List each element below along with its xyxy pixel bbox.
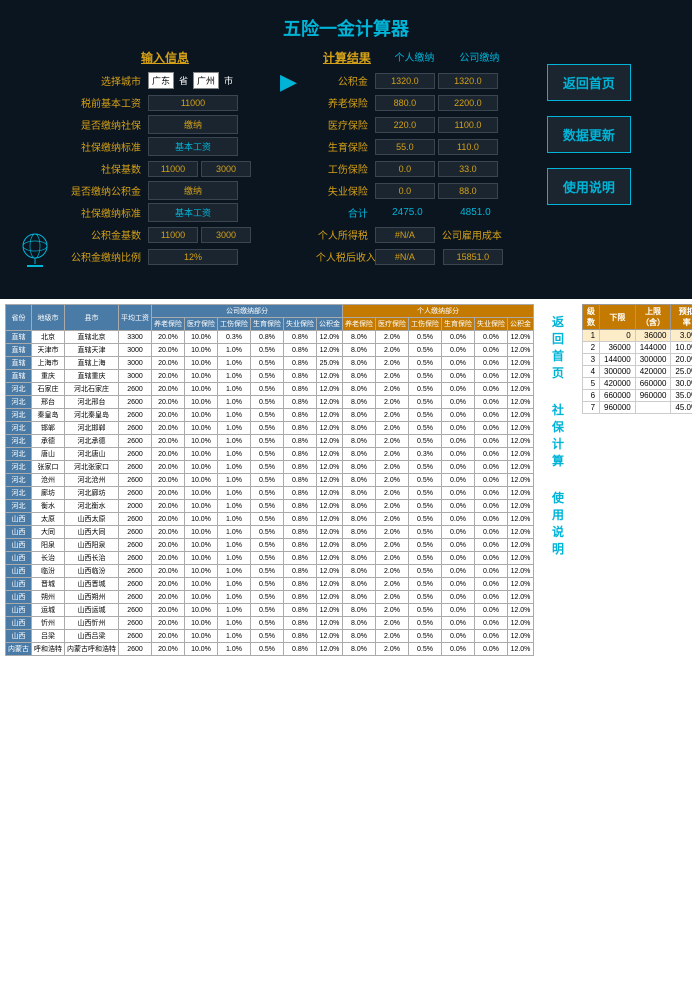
input-section-head: 输入信息 [65,49,265,66]
shebao-base1[interactable]: 11000 [148,161,198,177]
shebao-toggle[interactable]: 缴纳 [148,115,238,134]
tax-table[interactable]: 级数下限上限（含）预扣率速算扣除数 10360003.0%23600014400… [582,304,692,414]
gjj-base1[interactable]: 11000 [148,227,198,243]
salary-label: 税前基本工资 [65,93,145,112]
shebao-base2[interactable]: 3000 [201,161,251,177]
home-button[interactable]: 返回首页 [547,64,631,101]
arrow-icon: ▶ [275,49,302,115]
home-button-2[interactable]: 返回首页 [544,309,572,385]
update-button[interactable]: 数据更新 [547,116,631,153]
salary-input[interactable]: 11000 [148,95,238,111]
city-label: 选择城市 [65,71,145,90]
help-button-2[interactable]: 使用说明 [544,485,572,561]
city-select[interactable]: 广州 [193,72,219,89]
province-select[interactable]: 广东 [148,72,174,89]
gjj-toggle[interactable]: 缴纳 [148,181,238,200]
gjj-base2[interactable]: 3000 [201,227,251,243]
shebao-std[interactable]: 基本工资 [148,137,238,156]
calc-button[interactable]: 社保计算 [544,397,572,473]
help-button[interactable]: 使用说明 [547,168,631,205]
calculator-panel: 五险一金计算器 输入信息 选择城市 广东省 广州市 税前基本工资11000 是否… [0,0,692,299]
result-section-head: 计算结果 [312,49,382,66]
gjj-std[interactable]: 基本工资 [148,203,238,222]
app-title: 五险一金计算器 [20,15,672,41]
rates-table[interactable]: 省份地级市县市平均工资公司缴纳部分个人缴纳部分 养老保险医疗保险工伤保险生育保险… [5,304,534,656]
gjj-ratio[interactable]: 12% [148,249,238,265]
globe-icon [15,229,55,269]
